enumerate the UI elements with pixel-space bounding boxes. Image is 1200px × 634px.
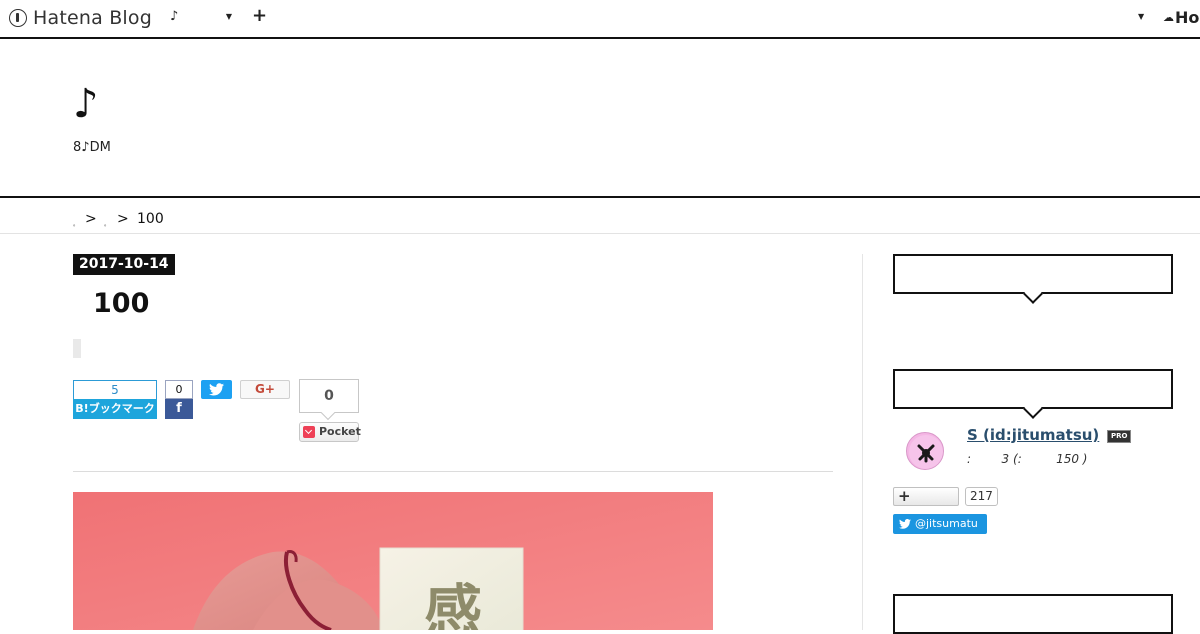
breadcrumb: 。 > 。 > 100 [0, 199, 1200, 234]
twitter-bird-icon [899, 519, 911, 529]
facebook-share-count: 0 [165, 380, 193, 399]
pocket-save-button[interactable]: Pocket [299, 422, 361, 442]
author-meta: : 3 (: 150 ) [967, 452, 1088, 466]
entry-title[interactable]: 100 [93, 288, 149, 319]
hatena-bookmark-label: B!ブックマーク [73, 399, 157, 419]
sidebar-module-header [893, 254, 1173, 304]
twitter-follow-button[interactable]: @jitsumatu [893, 514, 987, 534]
omamori-photo: 感 [73, 492, 713, 630]
omamori-kanji: 感 [424, 578, 482, 630]
twitter-bird-icon [209, 383, 224, 396]
speech-tail [1023, 284, 1043, 304]
blog-title-link[interactable]: ♪ [73, 79, 99, 129]
breadcrumb-item-home[interactable]: 。 [73, 219, 79, 228]
author-name-link[interactable]: S (id:jitumatsu) [967, 426, 1099, 444]
hatena-topbar: Hatena Blog ♪ ▼ + ▼ ☁Ho [0, 0, 1200, 39]
column-divider [862, 254, 863, 630]
blog-selector-value: ♪ [170, 9, 179, 24]
reader-follow-button[interactable]: + [893, 487, 959, 506]
hatena-logo-icon [9, 9, 27, 27]
facebook-icon: f [165, 399, 193, 419]
entry-category-chip[interactable] [73, 339, 81, 358]
hatena-service-logo[interactable]: ☁Ho [1163, 8, 1199, 27]
blog-description: 8♪DM [73, 140, 111, 155]
pocket-icon [303, 426, 315, 438]
entry-date-badge[interactable]: 2017-10-14 [73, 254, 175, 275]
blog-header: ♪ 8♪DM [0, 39, 1200, 198]
avatar[interactable] [906, 432, 944, 470]
avatar-image [909, 435, 943, 469]
hatena-bookmark-button[interactable]: 5 B!ブックマーク [73, 380, 157, 419]
google-plus-share-button[interactable]: G+ [240, 380, 290, 399]
hatena-blog-logo[interactable]: Hatena Blog [9, 7, 152, 29]
twitter-handle: @jitsumatu [915, 517, 978, 530]
pro-badge: PRO [1107, 430, 1132, 443]
entry-divider [73, 471, 833, 472]
user-menu-chevron-icon[interactable]: ▼ [1138, 12, 1144, 21]
breadcrumb-item-category[interactable]: 。 [104, 219, 110, 228]
hatena-bookmark-count: 5 [73, 380, 157, 399]
cloud-icon: ☁ [1163, 11, 1174, 24]
chevron-down-icon: ▼ [225, 12, 232, 21]
speech-tail [1023, 399, 1043, 419]
blog-selector-dropdown[interactable]: ♪ ▼ [170, 9, 232, 27]
service-logo-text: Ho [1175, 8, 1200, 27]
breadcrumb-separator: > [85, 211, 97, 227]
breadcrumb-separator: > [117, 211, 129, 227]
entry-eyecatch-image[interactable]: 感 [73, 492, 713, 630]
breadcrumb-current: 100 [137, 211, 164, 227]
pocket-count: 0 [299, 379, 359, 413]
twitter-share-button[interactable] [201, 380, 232, 399]
sidebar-profile-header [893, 369, 1173, 419]
pocket-label: Pocket [319, 425, 361, 438]
reader-count: 217 [965, 487, 998, 506]
new-entry-button[interactable]: + [252, 5, 267, 26]
facebook-share-button[interactable]: 0 f [165, 380, 193, 419]
sidebar-module-header [893, 594, 1173, 634]
logo-text: Hatena Blog [33, 7, 152, 29]
